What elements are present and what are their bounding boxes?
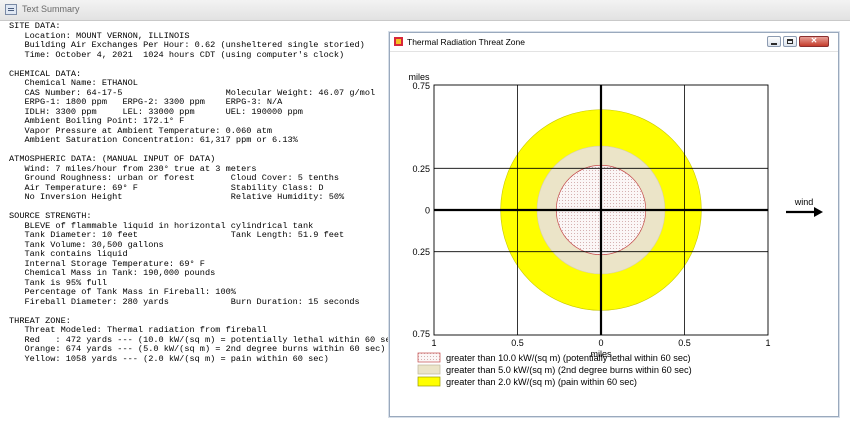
x-tick-label: 1 [765, 338, 770, 348]
text-summary-icon [5, 4, 17, 15]
wind-label: wind [794, 197, 814, 207]
text-summary-body: SITE DATA: Location: MOUNT VERNON, ILLIN… [9, 21, 401, 364]
summary-line: Yellow: 1058 yards --- (2.0 kW/(sq m) = … [9, 353, 329, 364]
legend-swatch-red [417, 352, 441, 363]
x-tick-label: 0.5 [511, 338, 524, 348]
aloha-app-icon [394, 37, 403, 46]
y-tick-label: 0.75 [412, 329, 430, 339]
legend-label: greater than 2.0 kW/(sq m) (pain within … [446, 377, 637, 387]
maximize-button[interactable] [783, 36, 797, 47]
legend-label: greater than 5.0 kW/(sq m) (2nd degree b… [446, 365, 692, 375]
text-summary-titlebar: Text Summary [0, 0, 850, 21]
y-axis-label: miles [408, 72, 430, 82]
threat-zone-titlebar[interactable]: Thermal Radiation Threat Zone [390, 33, 838, 52]
close-button[interactable] [799, 36, 829, 47]
summary-line: Fireball Diameter: 280 yards Burn Durati… [9, 296, 360, 307]
y-tick-label: 0.25 [412, 247, 430, 257]
summary-line: Time: October 4, 2021 1024 hours CDT (us… [9, 49, 345, 60]
threat-zone-window[interactable]: Thermal Radiation Threat Zone 0.75 0.25 0 0… [389, 32, 839, 417]
y-tick-label: 0 [425, 206, 430, 216]
text-summary-title: Text Summary [22, 4, 80, 14]
wind-arrow-head [814, 207, 823, 217]
legend-swatch-orange [417, 364, 441, 375]
x-tick-label: 0 [598, 338, 603, 348]
y-tick-label: 0.75 [412, 81, 430, 91]
summary-line: No Inversion Height Relative Humidity: 5… [9, 192, 345, 202]
summary-line: Ambient Saturation Concentration: 61,317… [9, 135, 298, 145]
threat-zone-title: Thermal Radiation Threat Zone [407, 37, 525, 47]
x-tick-label: 0.5 [678, 338, 691, 348]
minimize-button[interactable] [767, 36, 781, 47]
y-tick-label: 0.25 [412, 164, 430, 174]
x-tick-label: 1 [431, 338, 436, 348]
legend-swatch-yellow [417, 376, 441, 387]
legend-label: greater than 10.0 kW/(sq m) (potentially… [446, 353, 691, 363]
threat-zone-plot: 0.750.2500.250.751 0.5 0 0.5 1milesmiles win… [408, 72, 823, 387]
